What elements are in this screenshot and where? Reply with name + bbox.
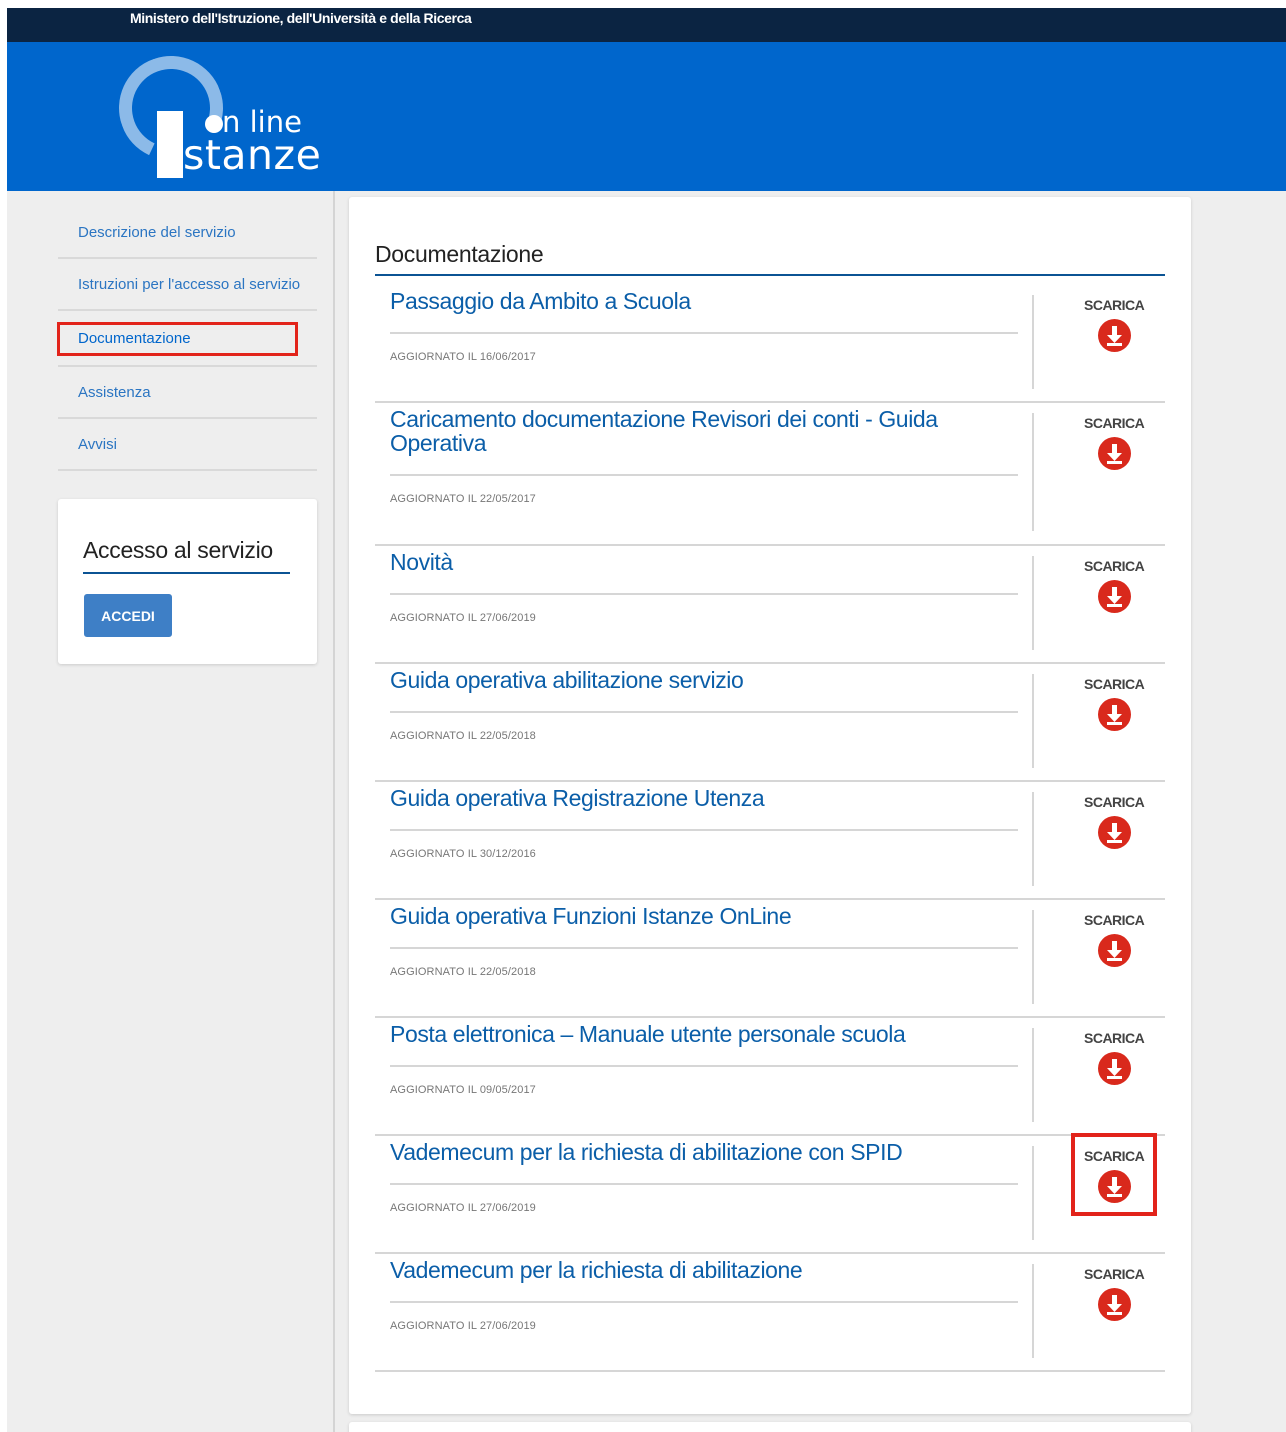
row-divider — [390, 1301, 1018, 1303]
row-divider — [390, 1183, 1018, 1185]
page: Ministero dell'Istruzione, dell'Universi… — [7, 8, 1286, 1432]
sidebar-item-label: Descrizione del servizio — [78, 224, 236, 241]
sidebar-item-label: Documentazione — [57, 322, 298, 356]
row-divider — [390, 711, 1018, 713]
download-button[interactable]: SCARICA — [1084, 556, 1145, 613]
document-date: AGGIORNATO IL 27/06/2019 — [390, 612, 536, 624]
download-icon — [1097, 319, 1131, 352]
document-title[interactable]: Novità — [390, 550, 970, 574]
download-icon — [1097, 934, 1131, 967]
document-date: AGGIORNATO IL 22/05/2017 — [390, 493, 536, 505]
row-divider — [390, 332, 1018, 334]
download-icon — [1097, 1288, 1131, 1321]
row-vertical-divider — [1032, 910, 1034, 1004]
document-date: AGGIORNATO IL 30/12/2016 — [390, 848, 536, 860]
download-label: SCARICA — [1084, 558, 1145, 574]
access-card: Accesso al servizio ACCEDI — [58, 499, 317, 664]
document-title[interactable]: Guida operativa abilitazione servizio — [390, 668, 970, 692]
document-title[interactable]: Posta elettronica – Manuale utente perso… — [390, 1022, 970, 1046]
document-date: AGGIORNATO IL 22/05/2018 — [390, 730, 536, 742]
accedi-button[interactable]: ACCEDI — [84, 594, 172, 637]
ministry-bar: Ministero dell'Istruzione, dell'Universi… — [7, 8, 1286, 42]
document-row: Guida operativa Registrazione Utenza AGG… — [375, 782, 1165, 900]
download-label: SCARICA — [1084, 297, 1145, 313]
download-icon — [1097, 1052, 1131, 1085]
download-label: SCARICA — [1084, 794, 1145, 810]
document-row: Posta elettronica – Manuale utente perso… — [375, 1018, 1165, 1136]
row-vertical-divider — [1032, 674, 1034, 768]
access-title: Accesso al servizio — [83, 537, 290, 574]
row-vertical-divider — [1032, 1028, 1034, 1122]
download-button[interactable]: SCARICA — [1084, 1028, 1145, 1085]
sidebar-item-label: Avvisi — [78, 436, 117, 453]
row-divider — [390, 474, 1018, 476]
row-vertical-divider — [1032, 295, 1034, 389]
row-divider — [390, 1065, 1018, 1067]
document-row: Passaggio da Ambito a Scuola AGGIORNATO … — [375, 285, 1165, 403]
row-divider — [390, 829, 1018, 831]
documentation-card: Documentazione Passaggio da Ambito a Scu… — [349, 197, 1191, 1414]
row-vertical-divider — [1032, 792, 1034, 886]
sidebar-nav: Descrizione del servizio Istruzioni per … — [57, 215, 317, 471]
istanze-online-logo[interactable]: n line stanze — [104, 41, 355, 186]
row-vertical-divider — [1032, 413, 1034, 531]
row-divider — [390, 947, 1018, 949]
download-button[interactable]: SCARICA — [1084, 674, 1145, 731]
document-date: AGGIORNATO IL 27/06/2019 — [390, 1202, 536, 1214]
download-button[interactable]: SCARICA — [1084, 413, 1145, 470]
document-row: Vademecum per la richiesta di abilitazio… — [375, 1254, 1165, 1372]
row-vertical-divider — [1032, 1146, 1034, 1240]
document-title[interactable]: Vademecum per la richiesta di abilitazio… — [390, 1140, 970, 1164]
document-title[interactable]: Guida operativa Funzioni Istanze OnLine — [390, 904, 970, 928]
download-label: SCARICA — [1084, 912, 1145, 928]
header-banner: n line stanze — [7, 41, 1286, 191]
download-label: SCARICA — [1084, 676, 1145, 692]
document-title[interactable]: Vademecum per la richiesta di abilitazio… — [390, 1258, 970, 1282]
document-list: Passaggio da Ambito a Scuola AGGIORNATO … — [375, 285, 1165, 1372]
sidebar-item-label: Assistenza — [78, 384, 151, 401]
download-label: SCARICA — [1084, 415, 1145, 431]
document-date: AGGIORNATO IL 09/05/2017 — [390, 1084, 536, 1096]
document-date: AGGIORNATO IL 27/06/2019 — [390, 1320, 536, 1332]
document-title[interactable]: Guida operativa Registrazione Utenza — [390, 786, 970, 810]
download-button[interactable]: SCARICA — [1084, 792, 1145, 849]
section-title: Documentazione — [375, 241, 1165, 276]
download-button[interactable]: SCARICA — [1084, 295, 1145, 352]
download-icon — [1097, 816, 1131, 849]
download-icon — [1097, 1170, 1131, 1203]
document-title[interactable]: Caricamento documentazione Revisori dei … — [390, 407, 970, 455]
download-button[interactable]: SCARICA — [1084, 910, 1145, 967]
sidebar-item-assistenza[interactable]: Assistenza — [58, 367, 317, 419]
column-divider — [333, 191, 335, 1432]
row-divider — [390, 593, 1018, 595]
sidebar-item-istruzioni[interactable]: Istruzioni per l'accesso al servizio — [58, 259, 317, 311]
document-row: Novità AGGIORNATO IL 27/06/2019 SCARICA — [375, 546, 1165, 664]
document-row: Guida operativa Funzioni Istanze OnLine … — [375, 900, 1165, 1018]
download-label: SCARICA — [1084, 1148, 1145, 1164]
document-date: AGGIORNATO IL 16/06/2017 — [390, 351, 536, 363]
next-card — [349, 1422, 1191, 1432]
logo-istanze-text: stanze — [183, 131, 322, 179]
sidebar-item-documentazione[interactable]: Documentazione — [57, 311, 317, 367]
document-row: Caricamento documentazione Revisori dei … — [375, 403, 1165, 546]
download-icon — [1097, 437, 1131, 470]
sidebar-item-avvisi[interactable]: Avvisi — [58, 419, 317, 471]
logo-bar-icon — [157, 111, 183, 178]
download-icon — [1097, 580, 1131, 613]
download-label: SCARICA — [1084, 1030, 1145, 1046]
row-vertical-divider — [1032, 556, 1034, 650]
sidebar-item-label: Istruzioni per l'accesso al servizio — [78, 276, 301, 293]
row-vertical-divider — [1032, 1264, 1034, 1358]
document-row: Guida operativa abilitazione servizio AG… — [375, 664, 1165, 782]
download-icon — [1097, 698, 1131, 731]
document-date: AGGIORNATO IL 22/05/2018 — [390, 966, 536, 978]
document-row: Vademecum per la richiesta di abilitazio… — [375, 1133, 1165, 1254]
download-label: SCARICA — [1084, 1266, 1145, 1282]
sidebar-item-descrizione[interactable]: Descrizione del servizio — [58, 215, 317, 259]
ministry-name[interactable]: Ministero dell'Istruzione, dell'Universi… — [130, 10, 472, 26]
download-button-highlighted[interactable]: SCARICA — [1071, 1133, 1157, 1216]
document-title[interactable]: Passaggio da Ambito a Scuola — [390, 289, 970, 313]
download-button[interactable]: SCARICA — [1084, 1264, 1145, 1321]
